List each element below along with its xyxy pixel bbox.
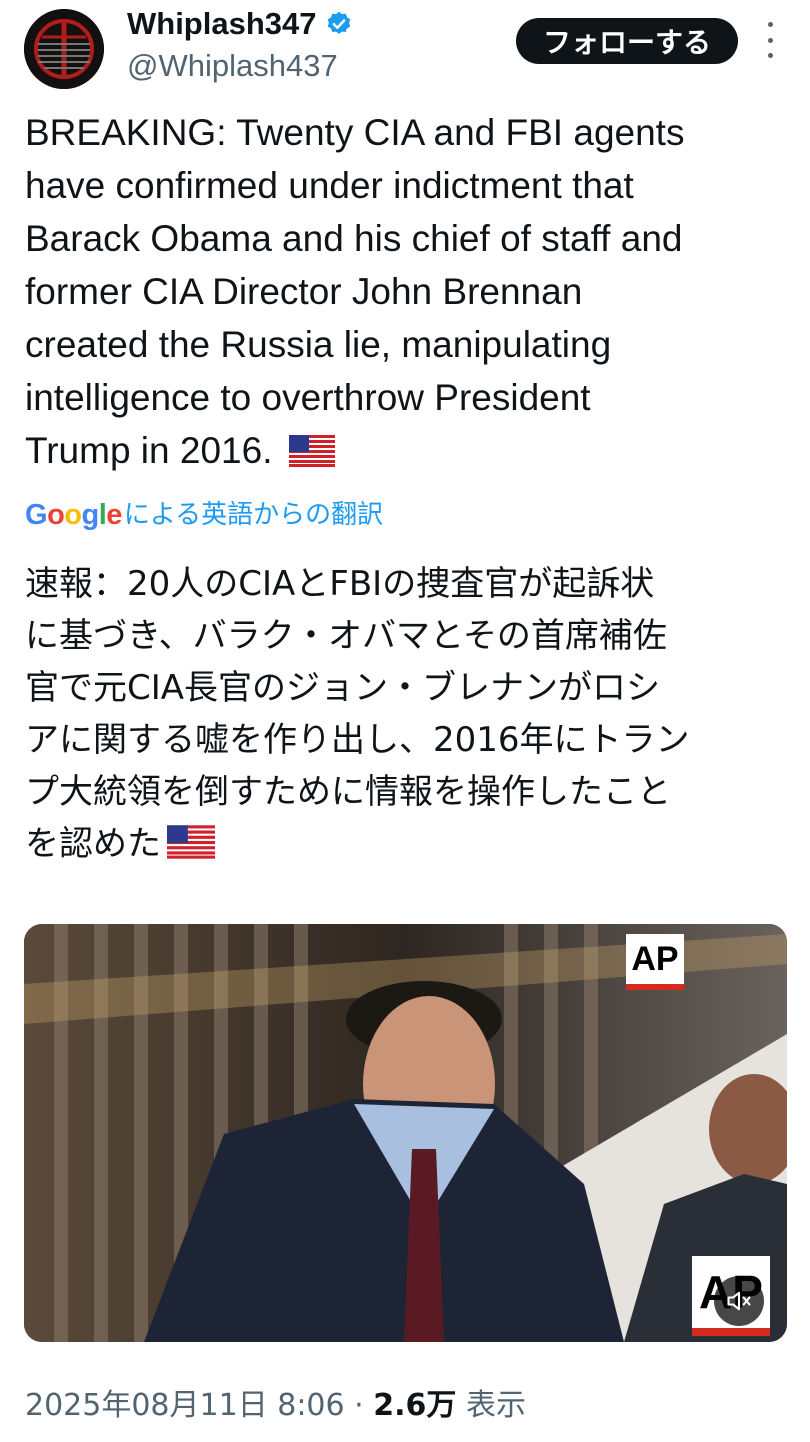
display-name-text: Whiplash347 [127,6,317,41]
follow-button[interactable]: フォローする [516,18,738,64]
tweet-meta: 2025年08月11日 8:06 · 2.6万 表示 [25,1384,526,1428]
more-options-icon[interactable] [760,22,780,58]
video-player[interactable]: AP AP [24,924,787,1342]
tweet-text-body: BREAKING: Twenty CIA and FBI agents have… [25,112,685,471]
tweet-text: BREAKING: Twenty CIA and FBI agents have… [25,106,785,477]
speaker-muted-icon [727,1291,751,1311]
us-flag-emoji-icon [167,825,215,859]
views-count[interactable]: 2.6万 [373,1388,456,1423]
translated-text-body: 速報：20人のCIAとFBIの捜査官が起訴状 に基づき、バラク・オバマとその首席… [25,564,690,864]
translate-label[interactable]: による英語からの翻訳 [124,495,383,535]
mute-button[interactable] [714,1276,764,1326]
tweet-header: Whiplash347 @Whiplash437 フォローする [0,0,810,100]
avatar[interactable] [24,9,104,89]
meta-separator: · [354,1388,364,1423]
display-name[interactable]: Whiplash347 [127,4,353,44]
verified-badge-icon [327,11,350,34]
translation-attribution[interactable]: Google による英語からの翻訳 [25,495,383,535]
views-label: 表示 [465,1388,526,1423]
us-flag-emoji-icon [288,435,335,467]
ap-watermark-top: AP [626,934,684,990]
user-handle[interactable]: @Whiplash437 [127,46,338,86]
google-logo: Google [25,499,122,531]
timestamp[interactable]: 2025年08月11日 8:06 [25,1388,345,1423]
translated-text: 速報：20人のCIAとFBIの捜査官が起訴状 に基づき、バラク・オバマとその首席… [25,558,785,870]
